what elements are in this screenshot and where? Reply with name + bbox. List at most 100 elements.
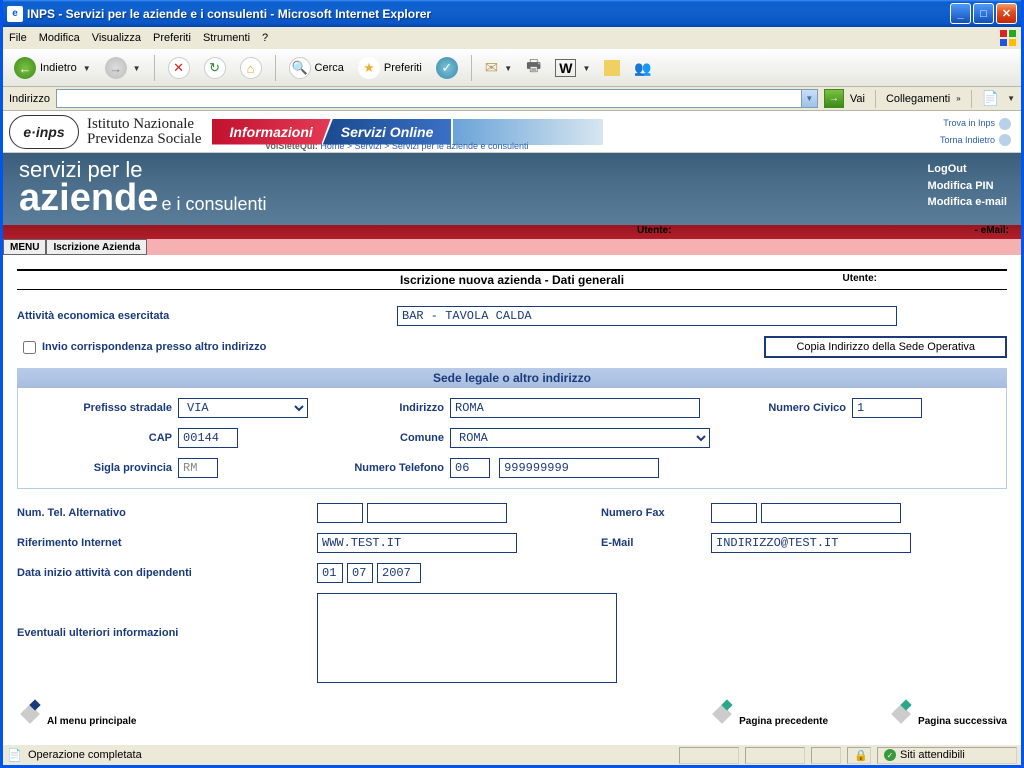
page-title: Iscrizione nuova azienda - Dati generali [400, 273, 624, 287]
window-title: INPS - Servizi per le aziende e i consul… [27, 7, 950, 21]
address-dropdown[interactable]: ▼ [801, 90, 817, 107]
go-label: Vai [850, 93, 865, 105]
telalt-numero-input[interactable] [367, 503, 507, 523]
zone-ok-icon: ✓ [884, 749, 896, 761]
notes-icon [604, 60, 620, 76]
refresh-button[interactable]: ↻ [199, 53, 231, 83]
link-modifica-pin[interactable]: Modifica PIN [928, 178, 1007, 195]
forward-button[interactable]: → ▼ [100, 53, 146, 83]
search-icon: 🔍 [289, 57, 311, 79]
tab-informazioni[interactable]: Informazioni [212, 119, 331, 145]
notes-button[interactable] [599, 56, 625, 80]
search-button[interactable]: 🔍 Cerca [284, 53, 349, 83]
menu-modifica[interactable]: Modifica [39, 32, 80, 44]
stop-icon: ✕ [168, 57, 190, 79]
lock-icon: 🔒 [854, 749, 868, 762]
data-giorno-input[interactable] [317, 563, 343, 583]
link-trova-in-inps[interactable]: Trova in Inps [943, 118, 995, 128]
messenger-button[interactable]: 👥 [629, 56, 656, 81]
email-label: E-Mail [601, 537, 711, 549]
people-icon: 👥 [634, 60, 651, 77]
diamond-icon [17, 701, 43, 727]
go-button[interactable]: → [824, 89, 844, 108]
menu-preferiti[interactable]: Preferiti [153, 32, 191, 44]
address-label: Indirizzo [9, 93, 50, 105]
sigla-label: Sigla provincia [32, 462, 172, 474]
section-sede-legale: Sede legale o altro indirizzo [17, 368, 1007, 388]
invio-corrispondenza-checkbox[interactable] [23, 341, 36, 354]
edit-button[interactable]: W▼ [550, 55, 595, 81]
windows-logo-icon [999, 29, 1017, 47]
menu-help[interactable]: ? [262, 32, 268, 44]
mail-button[interactable]: ✉▼ [480, 54, 517, 82]
pdf-icon[interactable]: 📄 [982, 90, 999, 107]
comune-select[interactable]: ROMA [450, 428, 710, 448]
telalt-label: Num. Tel. Alternativo [17, 507, 317, 519]
prefisso-select[interactable]: VIA [178, 398, 308, 418]
tab-strip: MENU Iscrizione Azienda [3, 239, 1021, 255]
status-bar: 📄 Operazione completata 🔒 ✓Siti attendib… [3, 744, 1021, 765]
tel-label: Numero Telefono [324, 462, 444, 474]
tab-iscrizione-azienda[interactable]: Iscrizione Azienda [46, 239, 147, 255]
links-label[interactable]: Collegamenti [886, 93, 950, 105]
sigla-input [178, 458, 218, 478]
home-icon: ⌂ [240, 57, 262, 79]
civico-label: Numero Civico [716, 402, 846, 414]
fax-prefisso-input[interactable] [711, 503, 757, 523]
window-titlebar: e INPS - Servizi per le aziende e i cons… [3, 0, 1021, 27]
forward-icon: → [105, 57, 127, 79]
menu-visualizza[interactable]: Visualizza [92, 32, 141, 44]
favorites-button[interactable]: ★ Preferiti [353, 53, 427, 83]
email-input[interactable] [711, 533, 911, 553]
print-button[interactable]: 🖶 [521, 51, 546, 86]
star-icon: ★ [358, 57, 380, 79]
nav-pagina-precedente[interactable]: Pagina precedente [709, 701, 828, 727]
menu-strumenti[interactable]: Strumenti [203, 32, 250, 44]
chevron-down-icon: ▼ [83, 64, 91, 73]
address-input[interactable] [57, 90, 801, 107]
link-modifica-email[interactable]: Modifica e-mail [928, 194, 1007, 211]
diamond-icon [709, 701, 735, 727]
nav-al-menu-principale[interactable]: Al menu principale [17, 701, 136, 727]
home-button[interactable]: ⌂ [235, 53, 267, 83]
tab-servizi-online[interactable]: Servizi Online [323, 119, 452, 145]
word-icon: W [555, 59, 576, 77]
tab-menu[interactable]: MENU [3, 239, 46, 255]
back-button[interactable]: ← Indietro ▼ [9, 53, 96, 83]
stop-button[interactable]: ✕ [163, 53, 195, 83]
rif-internet-label: Riferimento Internet [17, 537, 317, 549]
close-button[interactable]: ✕ [996, 3, 1017, 24]
address-bar: Indirizzo ▼ → Vai Collegamenti » 📄▼ [3, 87, 1021, 111]
ie-app-icon: e [7, 6, 23, 22]
ie-toolbar: ← Indietro ▼ → ▼ ✕ ↻ ⌂ 🔍 Cerca ★ Preferi… [3, 49, 1021, 87]
history-button[interactable]: ✓ [431, 53, 463, 83]
attivita-input[interactable] [397, 306, 897, 326]
tel-numero-input[interactable] [499, 458, 659, 478]
nav-pagina-successiva[interactable]: Pagina successiva [888, 701, 1007, 727]
user-bar: Utente: - eMail: [3, 225, 1021, 239]
minimize-button[interactable]: _ [950, 3, 971, 24]
cap-input[interactable] [178, 428, 238, 448]
menu-file[interactable]: File [9, 32, 27, 44]
link-logout[interactable]: LogOut [928, 161, 1007, 178]
history-icon: ✓ [436, 57, 458, 79]
data-inizio-label: Data inizio attività con dipendenti [17, 567, 317, 579]
rif-internet-input[interactable] [317, 533, 517, 553]
copia-indirizzo-button[interactable]: Copia Indirizzo della Sede Operativa [764, 336, 1007, 358]
tel-prefisso-input[interactable] [450, 458, 490, 478]
attivita-label: Attività economica esercitata [17, 310, 397, 322]
note-label: Eventuali ulteriori informazioni [17, 593, 317, 639]
service-banner: servizi per le aziende e i consulenti Lo… [3, 153, 1021, 225]
indirizzo-label: Indirizzo [324, 402, 444, 414]
data-mese-input[interactable] [347, 563, 373, 583]
note-textarea[interactable] [317, 593, 617, 683]
indirizzo-input[interactable] [450, 398, 700, 418]
telalt-prefisso-input[interactable] [317, 503, 363, 523]
maximize-button[interactable]: □ [973, 3, 994, 24]
civico-input[interactable] [852, 398, 922, 418]
prefisso-label: Prefisso stradale [32, 402, 172, 414]
fax-numero-input[interactable] [761, 503, 901, 523]
data-anno-input[interactable] [377, 563, 421, 583]
inst-name-1: Istituto Nazionale [87, 117, 202, 132]
mail-icon: ✉ [485, 58, 498, 78]
